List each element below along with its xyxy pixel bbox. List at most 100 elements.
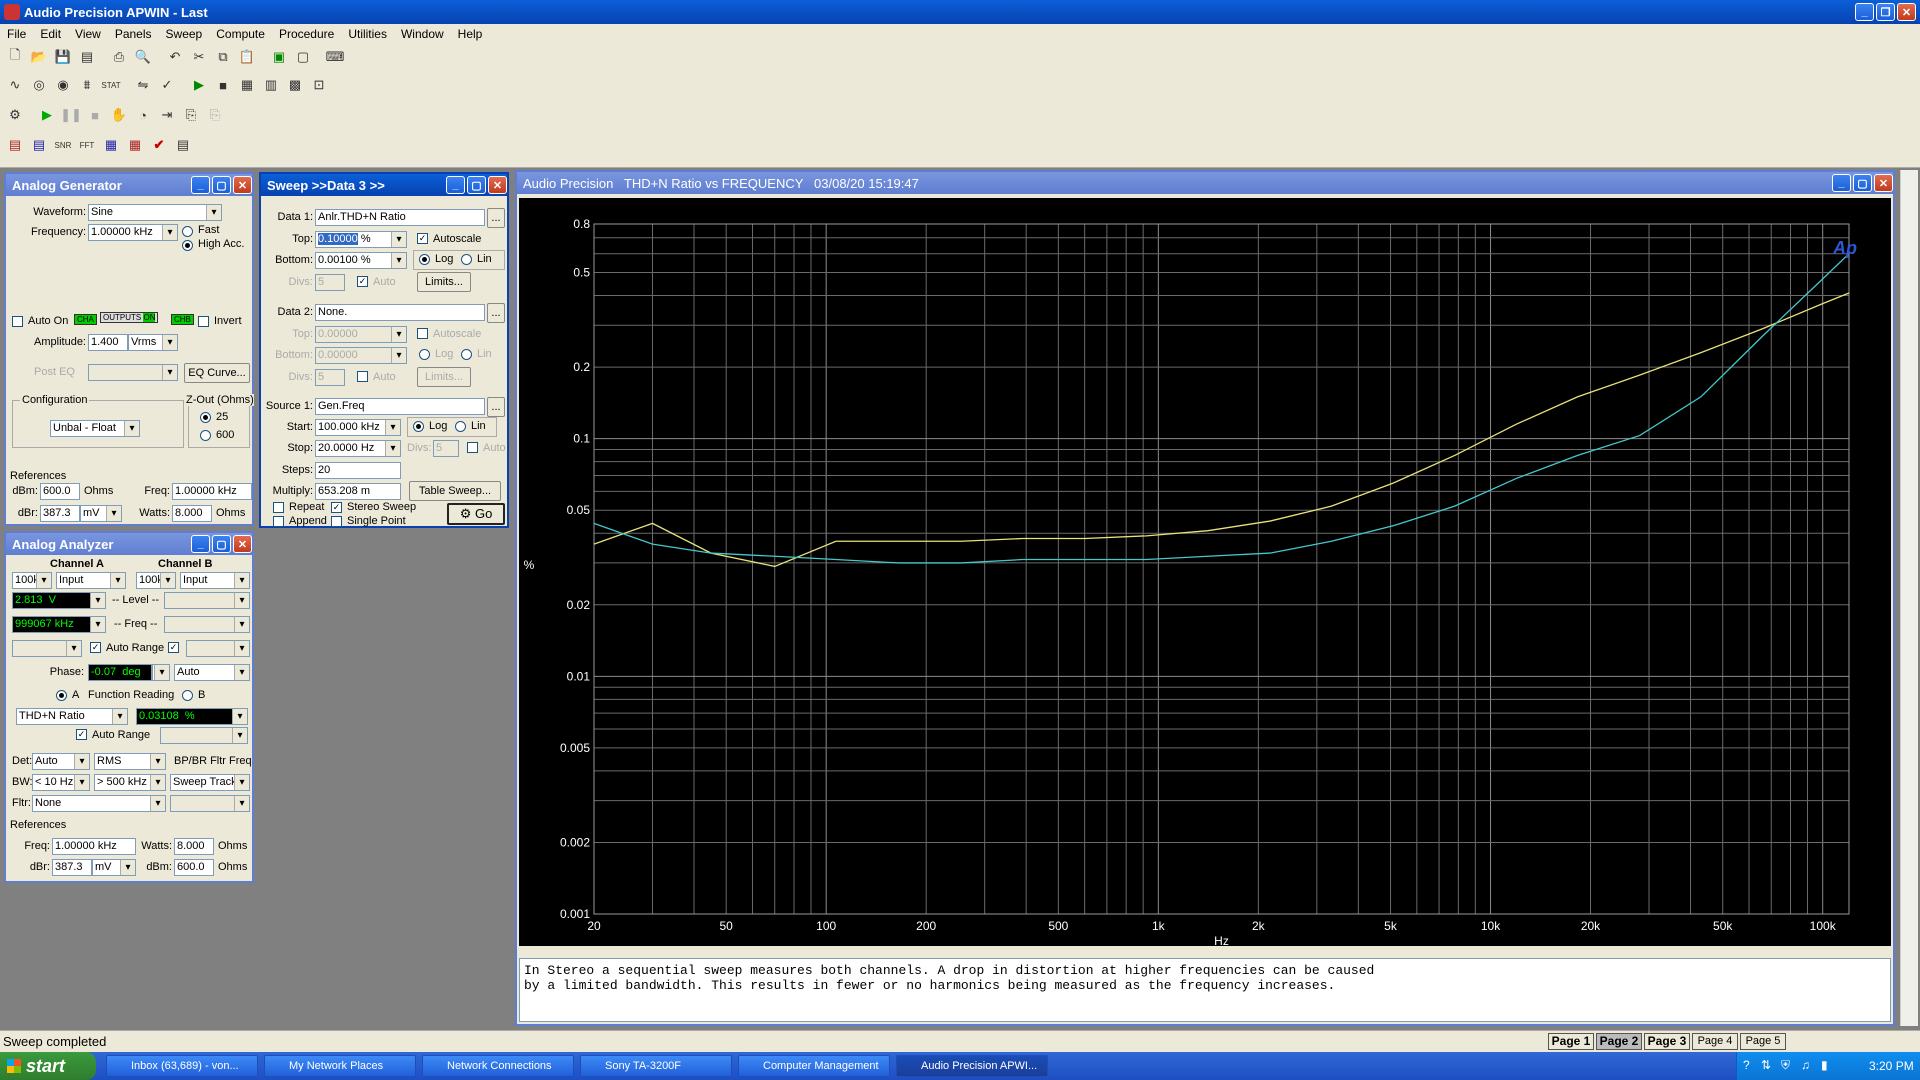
minimize-button[interactable]: _ (1855, 3, 1874, 21)
stop-icon[interactable]: ■ (84, 104, 106, 126)
stereo-sweep-checkbox[interactable]: ✓ (331, 502, 342, 513)
start-button[interactable]: start (0, 1052, 96, 1080)
stat-icon[interactable]: STAT (100, 74, 122, 96)
menu-compute[interactable]: Compute (209, 27, 272, 41)
auto-range2-checkbox[interactable]: ✓ (76, 729, 87, 740)
start-field[interactable]: 100.000 kHz (315, 419, 401, 436)
amplitude-field[interactable]: 1.400 (88, 334, 128, 351)
task-network-connections[interactable]: Network Connections (422, 1055, 574, 1077)
log-radio[interactable] (419, 254, 430, 265)
analyzer-icon[interactable]: ◎ (28, 74, 50, 96)
function-select[interactable]: THD+N Ratio (16, 708, 128, 725)
new-icon[interactable]: 🗋 (4, 46, 26, 68)
watch-icon[interactable]: ◔ (132, 104, 154, 126)
data2-browse-button[interactable]: ... (487, 303, 505, 323)
page-tab-3[interactable]: Page 3 (1644, 1033, 1690, 1050)
page-tab-2[interactable]: Page 2 (1596, 1033, 1642, 1050)
graph-close-button[interactable]: ✕ (1874, 174, 1893, 192)
go-sweep-icon[interactable]: ▶ (188, 74, 210, 96)
autoscale-checkbox[interactable]: ✓ (417, 233, 428, 244)
task-sony[interactable]: Sony TA-3200F (580, 1055, 732, 1077)
save-all-icon[interactable]: ▤ (76, 46, 98, 68)
gen-dbr-field[interactable]: 387.3 (40, 505, 80, 522)
macro2-icon[interactable]: ⎘ (204, 104, 226, 126)
menu-window[interactable]: Window (394, 27, 451, 41)
steps-field[interactable]: 20 (315, 462, 401, 479)
limits-button[interactable]: Limits... (417, 272, 471, 292)
function-b-radio[interactable] (182, 690, 193, 701)
analyzer-close-button[interactable]: ✕ (233, 535, 252, 553)
append-checkbox[interactable] (273, 516, 284, 527)
open-icon[interactable]: 📂 (28, 46, 50, 68)
hand-icon[interactable]: ✋ (108, 104, 130, 126)
close-button[interactable]: ✕ (1897, 3, 1916, 21)
analyzer-maximize-button[interactable]: ▢ (212, 535, 231, 553)
configuration-select[interactable]: Unbal - Float (50, 420, 140, 437)
phase-mode-select[interactable]: Auto (174, 664, 250, 681)
generator-maximize-button[interactable]: ▢ (212, 176, 231, 194)
gen-freq-ref-field[interactable]: 1.00000 kHz (172, 483, 252, 500)
det-mode-select[interactable]: RMS (94, 753, 166, 770)
function-a-radio[interactable] (56, 690, 67, 701)
graph-icon[interactable]: ▣ (268, 46, 290, 68)
imd-icon[interactable]: ▦ (124, 134, 146, 156)
generator-minimize-button[interactable]: _ (191, 176, 210, 194)
graph-panel-icon[interactable]: ▦ (236, 74, 258, 96)
run-icon[interactable]: ▶ (36, 104, 58, 126)
ana-dbr-field[interactable]: 387.3 (52, 859, 92, 876)
page-tab-4[interactable]: Page 4 (1692, 1033, 1738, 1050)
data1-browse-button[interactable]: ... (487, 208, 505, 228)
outputs-button[interactable]: OUTPUTS ON (100, 312, 159, 323)
stop-sweep-icon[interactable]: ■ (212, 74, 234, 96)
graph-minimize-button[interactable]: _ (1832, 174, 1851, 192)
task-my-network-places[interactable]: My Network Places (264, 1055, 416, 1077)
data2-field[interactable]: None. (315, 304, 485, 321)
cha-input-select[interactable]: Input (56, 572, 126, 589)
bottom-field[interactable]: 0.00100 % (315, 252, 407, 269)
report-icon[interactable]: ▤ (172, 134, 194, 156)
copy-icon[interactable]: ⧉ (212, 46, 234, 68)
task-audio-precision[interactable]: Audio Precision APWI... (896, 1055, 1048, 1077)
reference-icon[interactable]: ⊡ (308, 74, 330, 96)
ana-freq-field[interactable]: 1.00000 kHz (52, 838, 136, 855)
network-tray-icon[interactable]: ⇅ (1761, 1058, 1771, 1072)
sweep-minimize-button[interactable]: _ (446, 176, 465, 194)
menu-sweep[interactable]: Sweep (159, 27, 210, 41)
ana-dbr-unit-select[interactable]: mV (92, 859, 136, 876)
bw-low-select[interactable]: < 10 Hz (32, 774, 90, 791)
step-icon[interactable]: ⇥ (156, 104, 178, 126)
source-lin-radio[interactable] (455, 421, 466, 432)
bw-high-select[interactable]: > 500 kHz (94, 774, 166, 791)
thd-icon[interactable]: ▤ (4, 134, 26, 156)
chb-input-select[interactable]: Input (180, 572, 250, 589)
paste-icon[interactable]: 📋 (236, 46, 258, 68)
repeat-checkbox[interactable] (273, 502, 284, 513)
auto-on-checkbox[interactable] (12, 316, 23, 327)
sweep-close-button[interactable]: ✕ (488, 176, 507, 194)
sweep-panel-icon[interactable]: ⩩ (76, 74, 98, 96)
frequency-field[interactable]: 1.00000 kHz (88, 224, 178, 241)
dsp-icon[interactable]: ◉ (52, 74, 74, 96)
det-select[interactable]: Auto (32, 753, 90, 770)
data-editor-icon[interactable]: ▥ (260, 74, 282, 96)
fft-icon[interactable]: FFT (76, 134, 98, 156)
eq-curve-button[interactable]: EQ Curve... (184, 363, 250, 383)
generator-close-button[interactable]: ✕ (233, 176, 252, 194)
help-tray-icon[interactable]: ? (1743, 1058, 1750, 1072)
cha-range-select[interactable]: 100k (12, 572, 52, 589)
amplitude-unit-select[interactable]: Vrms (128, 334, 178, 351)
oscilloscope-icon[interactable]: ▩ (284, 74, 306, 96)
snr-icon[interactable]: SNR (52, 134, 74, 156)
chb-output-button[interactable]: CHB (171, 314, 194, 325)
auto-range-checkbox[interactable]: ✓ (90, 642, 101, 653)
cut-icon[interactable]: ✂ (188, 46, 210, 68)
data1-field[interactable]: Anlr.THD+N Ratio (315, 209, 485, 226)
print-preview-icon[interactable]: 🔍 (132, 46, 154, 68)
keyboard-icon[interactable]: ⌨ (324, 46, 346, 68)
task-inbox[interactable]: Inbox (63,689) - von... (106, 1055, 258, 1077)
multiply-field[interactable]: 653.208 m (315, 483, 401, 500)
table-sweep-button[interactable]: Table Sweep... (409, 481, 501, 501)
stop-field[interactable]: 20.0000 Hz (315, 440, 401, 457)
pause-icon[interactable]: ❚❚ (60, 104, 82, 126)
task-computer-management[interactable]: Computer Management (738, 1055, 890, 1077)
